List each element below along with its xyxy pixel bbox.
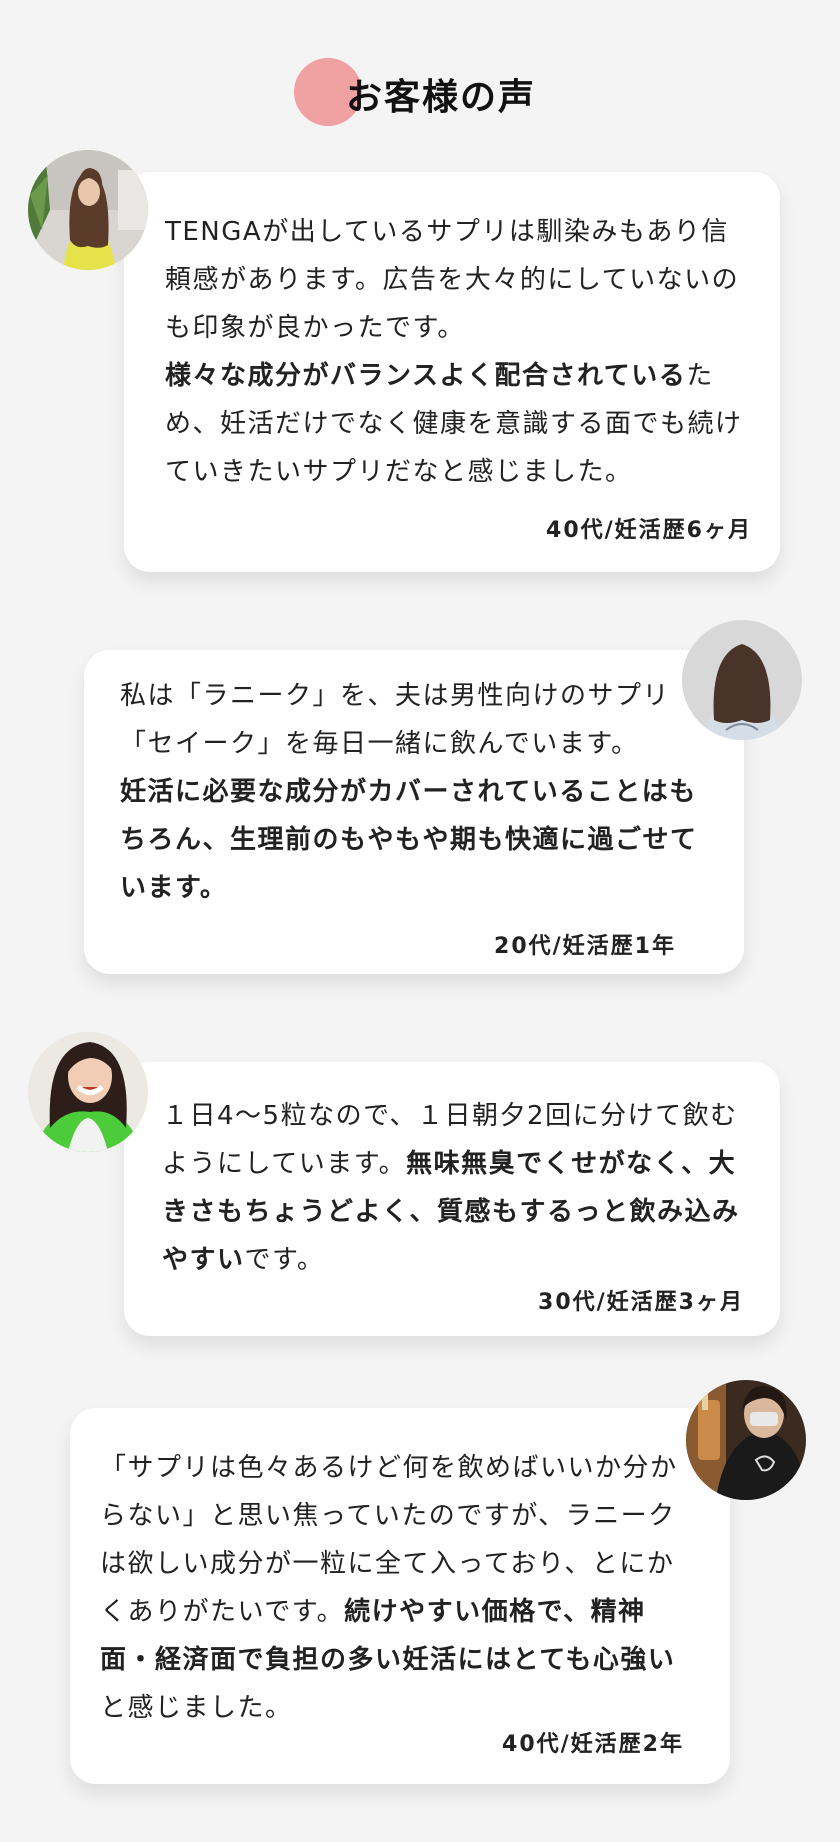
review-card-3: １日4〜5粒なので、１日朝夕2回に分けて飲むようにしています。無味無臭でくせがな…	[124, 1062, 780, 1336]
reviewer-avatar-2	[682, 620, 802, 740]
review-text-3: １日4〜5粒なので、１日朝夕2回に分けて飲むようにしています。無味無臭でくせがな…	[162, 1092, 747, 1284]
review-text-1: TENGAが出しているサプリは馴染みもあり信頼感があります。広告を大々的にしてい…	[165, 208, 745, 496]
reviewer-avatar-1	[28, 150, 148, 270]
reviewer-avatar-4	[686, 1380, 806, 1500]
woman-long-hair-photo-icon	[28, 150, 148, 270]
section-heading: お客様の声	[0, 58, 840, 128]
woman-with-drink-photo-icon	[686, 1380, 806, 1500]
reviewer-avatar-3	[28, 1032, 148, 1152]
review-card-4: 「サプリは色々あるけど何を飲めばいいか分からない」と思い焦っていたのですが、ラニ…	[70, 1408, 730, 1784]
reviewer-meta-1: 40代/妊活歴6ヶ月	[546, 518, 752, 543]
section-title: お客様の声	[346, 77, 537, 118]
review-card-1: TENGAが出しているサプリは馴染みもあり信頼感があります。広告を大々的にしてい…	[124, 172, 780, 572]
review-text-4: 「サプリは色々あるけど何を飲めばいいか分からない」と思い焦っていたのですが、ラニ…	[100, 1444, 690, 1732]
review-card-2: 私は「ラニーク」を、夫は男性向けのサプリ「セイーク」を毎日一緒に飲んでいます。妊…	[84, 650, 744, 974]
review-text-part: TENGAが出しているサプリは馴染みもあり信頼感があります。広告を大々的にしてい…	[165, 217, 740, 343]
review-text-part: と感じました。	[100, 1693, 293, 1723]
review-text-part: です。	[244, 1245, 325, 1275]
woman-back-view-photo-icon	[682, 620, 802, 740]
review-highlight: 妊活に必要な成分がカバーされていることはもちろん、生理前のもやもや期も快適に過ご…	[120, 777, 698, 903]
review-text-2: 私は「ラニーク」を、夫は男性向けのサプリ「セイーク」を毎日一緒に飲んでいます。妊…	[120, 672, 700, 912]
review-text-part: 私は「ラニーク」を、夫は男性向けのサプリ「セイーク」を毎日一緒に飲んでいます。	[120, 681, 671, 759]
reviewer-meta-3: 30代/妊活歴3ヶ月	[538, 1290, 744, 1315]
reviewer-meta-4: 40代/妊活歴2年	[502, 1732, 684, 1757]
reviewer-meta-2: 20代/妊活歴1年	[494, 934, 676, 959]
review-highlight: 様々な成分がバランスよく配合されている	[165, 361, 687, 391]
smiling-woman-photo-icon	[28, 1032, 148, 1152]
